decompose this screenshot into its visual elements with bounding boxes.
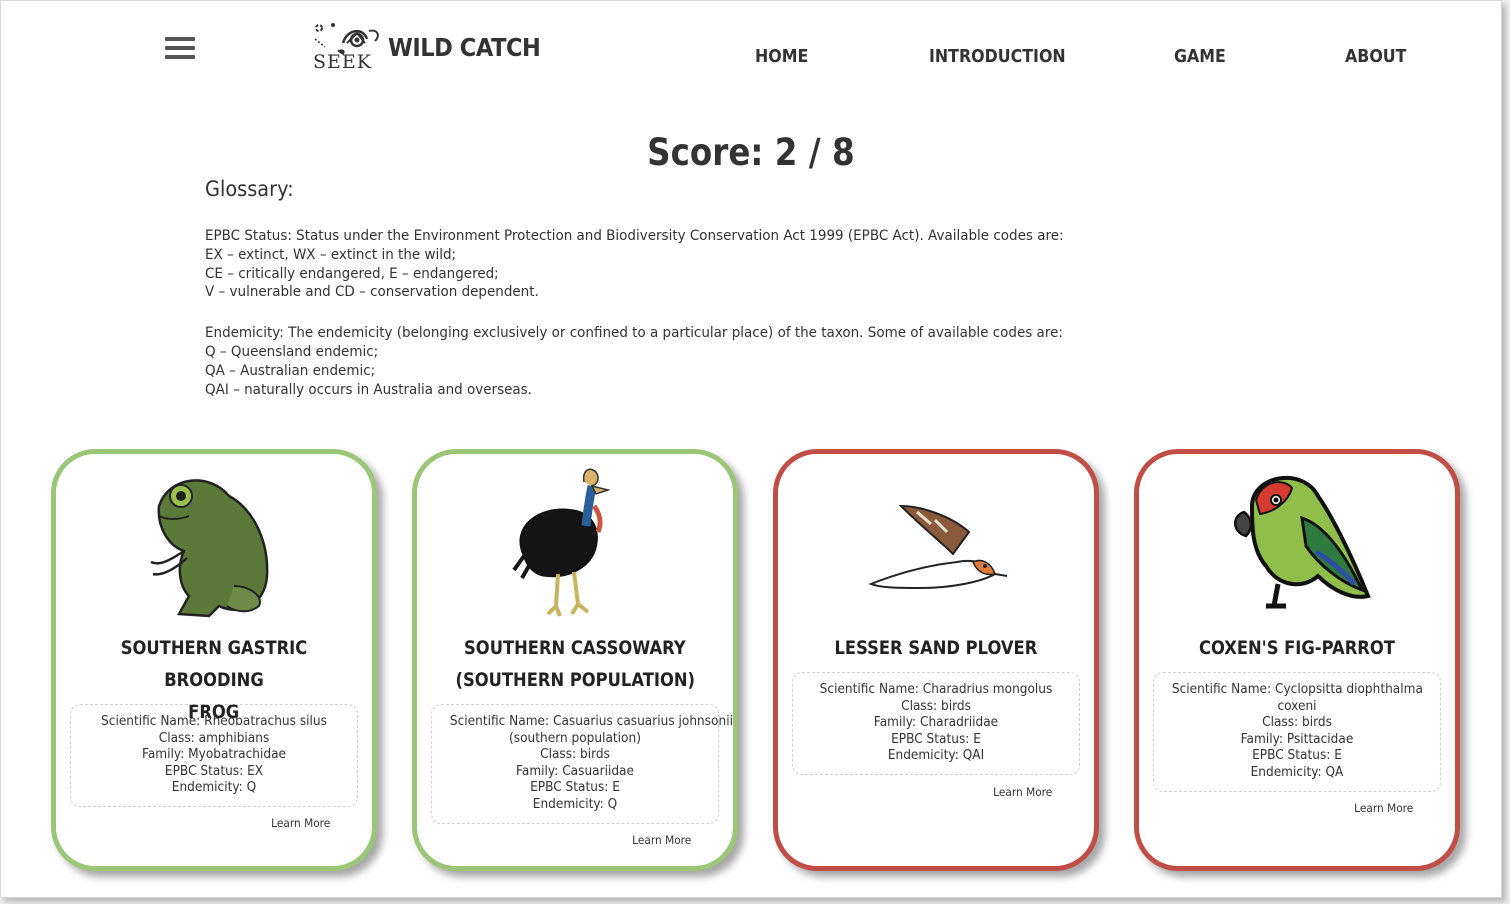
fig-parrot-icon [1234,476,1371,609]
info-epbc-status: EPBC Status: E [530,779,620,796]
info-family: Family: Casuariidae [516,762,634,779]
species-info-box: Scientific Name: Rheobatrachus silus Cla… [70,704,358,807]
score-text: Score: 2 / 8 [647,131,855,174]
nav-home-link[interactable]: HOME [755,46,808,67]
info-epbc-status: EPBC Status: E [1252,747,1342,764]
species-info-box: Scientific Name: Cyclopsitta diophthalma… [1153,672,1441,792]
info-scientific-name: Scientific Name: Rheobatrachus silus [101,713,327,729]
logo-wild-catch-text: WILD CATCH [388,33,541,62]
learn-more-link[interactable]: Learn More [632,833,691,847]
species-card-cassowary[interactable]: SOUTHERN CASSOWARY (SOUTHERN POPULATION)… [412,449,738,871]
card-title: COXEN'S FIG-PARROT [1153,632,1441,664]
learn-more-link[interactable]: Learn More [1354,801,1413,815]
info-family: Family: Psittacidae [1240,730,1354,747]
info-epbc-status: EPBC Status: EX [164,762,264,779]
glossary-epbc-line: EPBC Status: Status under the Environmen… [205,228,1064,244]
info-class: Class: birds [540,746,610,763]
plover-icon [868,504,1008,590]
card-title: LESSER SAND PLOVER [792,632,1080,664]
info-scientific-name: Scientific Name: Charadrius mongolus [819,681,1053,697]
glossary-epbc-line: V – vulnerable and CD – conservation dep… [205,284,539,301]
info-epbc-status: EPBC Status: E [891,730,981,747]
species-card-fig-parrot[interactable]: COXEN'S FIG-PARROT Scientific Name: Cycl… [1134,449,1460,871]
glossary-endemicity-line: Q – Queensland endemic; [205,343,379,360]
nav-game-link[interactable]: GAME [1174,46,1226,67]
glossary-endemicity-description: The endemicity (belonging exclusively or… [283,325,1063,342]
card-title: SOUTHERN CASSOWARY (SOUTHERN POPULATION) [431,632,719,696]
hamburger-menu-icon[interactable] [165,37,195,61]
glossary-epbc-line: CE – critically endangered, E – endanger… [205,265,499,282]
glossary-text: EPBC Status: Status under the Environmen… [205,227,1185,399]
glossary-epbc-line: EX – extinct, WX – extinct in the wild; [205,246,457,263]
logo-seek-text: SEEK [313,51,372,73]
species-info-box: Scientific Name: Casuarius casuarius joh… [431,704,733,824]
page-frame: SEEK WILD CATCH HOME INTRODUCTION GAME A… [0,0,1502,898]
info-class: Class: birds [1262,714,1332,731]
site-logo[interactable]: SEEK WILD CATCH [307,21,541,77]
info-class: Class: amphibians [158,729,270,746]
card-title-line: COXEN'S FIG-PARROT [1199,637,1395,659]
species-card-frog[interactable]: SOUTHERN GASTRIC BROODING FROG Scientifi… [51,449,377,871]
glossary-endemicity-line: QA – Australian endemic; [205,362,376,379]
cassowary-icon [512,468,611,617]
glossary-endemicity-line: QAI – naturally occurs in Australia and … [205,381,532,398]
learn-more-link[interactable]: Learn More [271,816,330,830]
card-title-line: SOUTHERN GASTRIC BROODING [120,637,308,691]
card-title-line: SOUTHERN CASSOWARY [464,637,686,659]
learn-more-link[interactable]: Learn More [993,785,1052,799]
info-family: Family: Myobatrachidae [141,746,287,763]
info-scientific-name: Scientific Name: Cyclopsitta diophthalma [1171,681,1423,697]
species-card-plover[interactable]: LESSER SAND PLOVER Scientific Name: Char… [773,449,1099,871]
score-display: Score: 2 / 8 [1,131,1501,174]
card-title-line: LESSER SAND PLOVER [834,637,1038,659]
glossary-endemicity-label: Endemicity: [205,325,284,342]
info-scientific-name-cont: (southern population) [509,729,641,746]
card-title-line: (SOUTHERN POPULATION) [455,669,695,691]
frog-icon [150,479,269,618]
species-info-box: Scientific Name: Charadrius mongolus Cla… [792,672,1080,775]
info-scientific-name: Scientific Name: Casuarius casuarius joh… [449,713,733,729]
info-endemicity: Endemicity: Q [532,795,618,812]
nav-about-link[interactable]: ABOUT [1345,46,1406,67]
info-class: Class: birds [901,697,971,714]
glossary-endemicity-intro: Endemicity: The endemicity (belonging ex… [205,324,1116,343]
glossary-title: Glossary: [205,177,294,201]
info-family: Family: Charadriidae [873,714,999,731]
info-scientific-name-cont: coxeni [1277,697,1317,714]
info-endemicity: Endemicity: Q [171,779,257,796]
info-endemicity: Endemicity: QAI [887,747,985,764]
nav-introduction-link[interactable]: INTRODUCTION [929,46,1066,67]
info-endemicity: Endemicity: QA [1250,763,1344,780]
